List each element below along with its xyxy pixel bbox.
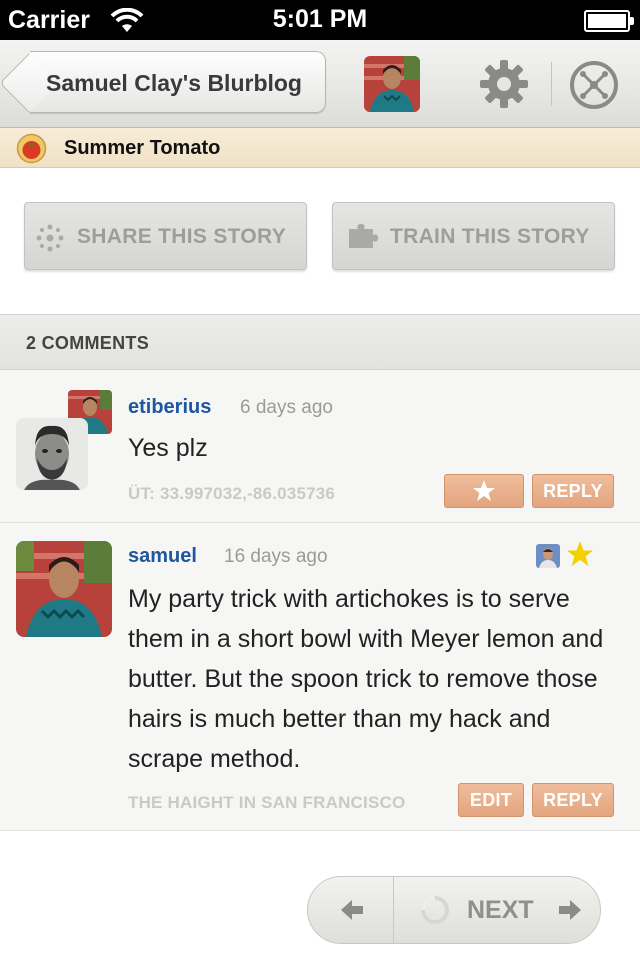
share-dots-icon xyxy=(36,224,64,252)
feed-title: Summer Tomato xyxy=(64,137,221,159)
comment-text: My party trick with artichokes is to ser… xyxy=(128,585,604,773)
comment-username[interactable]: samuel xyxy=(128,545,197,568)
commenter-avatar[interactable] xyxy=(16,541,112,637)
nav-divider xyxy=(551,62,552,106)
comments-count-label: 2 COMMENTS xyxy=(26,333,150,353)
navigation-bar: Samuel Clay's Blurblog xyxy=(0,40,640,128)
commenter-avatar[interactable] xyxy=(16,418,88,490)
left-arrow-icon xyxy=(341,900,363,920)
user-avatar-button[interactable] xyxy=(364,56,420,112)
comment-location: ÜT: 33.997032,-86.035736 xyxy=(128,484,336,503)
share-story-button[interactable]: SHARE THIS STORY xyxy=(24,202,307,270)
feed-title-bar[interactable]: Summer Tomato xyxy=(0,128,640,168)
comment-item: etiberius 6 days ago Yes plz ÜT: 33.9970… xyxy=(0,370,640,523)
back-button[interactable]: Samuel Clay's Blurblog xyxy=(0,51,326,113)
avatar-image xyxy=(16,541,112,637)
comment-timestamp: 16 days ago xyxy=(224,546,328,567)
puzzle-piece-icon xyxy=(349,224,378,248)
next-story-button[interactable]: NEXT xyxy=(395,877,600,943)
comments-header: 2 COMMENTS xyxy=(0,314,640,370)
tomato-favicon-icon xyxy=(16,133,47,164)
right-arrow-icon xyxy=(559,900,581,920)
comment-location: THE HAIGHT IN SAN FRANCISCO xyxy=(128,793,406,812)
avatar-image xyxy=(16,418,88,490)
train-story-label: TRAIN THIS STORY xyxy=(390,225,590,248)
comment-item: samuel 16 days ago My party trick with a… xyxy=(0,523,640,831)
story-pager: NEXT xyxy=(307,876,601,944)
edit-button[interactable]: EDIT xyxy=(458,783,524,817)
user-avatar-icon xyxy=(364,56,420,112)
train-story-button[interactable]: TRAIN THIS STORY xyxy=(332,202,615,270)
comment-username[interactable]: etiberius xyxy=(128,396,211,419)
loading-spinner-icon xyxy=(421,896,449,924)
liker-avatar[interactable] xyxy=(536,544,560,568)
clock: 5:01 PM xyxy=(272,5,368,33)
starred-star-icon xyxy=(567,541,593,566)
next-story-label: NEXT xyxy=(467,896,534,924)
star-icon xyxy=(473,480,495,501)
comment-text: Yes plz xyxy=(128,434,208,462)
gear-icon[interactable] xyxy=(478,58,530,110)
comment-timestamp: 6 days ago xyxy=(240,397,333,418)
status-bar: Carrier 5:01 PM xyxy=(0,0,640,40)
share-story-label: SHARE THIS STORY xyxy=(77,225,286,248)
reply-button[interactable]: REPLY xyxy=(532,474,614,508)
bottom-bar: NEXT xyxy=(0,831,640,960)
compass-icon[interactable] xyxy=(569,60,619,110)
reply-button[interactable]: REPLY xyxy=(532,783,614,817)
avatar-image xyxy=(536,544,560,568)
back-button-label: Samuel Clay's Blurblog xyxy=(46,70,302,96)
previous-story-button[interactable] xyxy=(308,877,394,943)
like-comment-button[interactable] xyxy=(444,474,524,508)
battery-icon xyxy=(584,10,634,32)
